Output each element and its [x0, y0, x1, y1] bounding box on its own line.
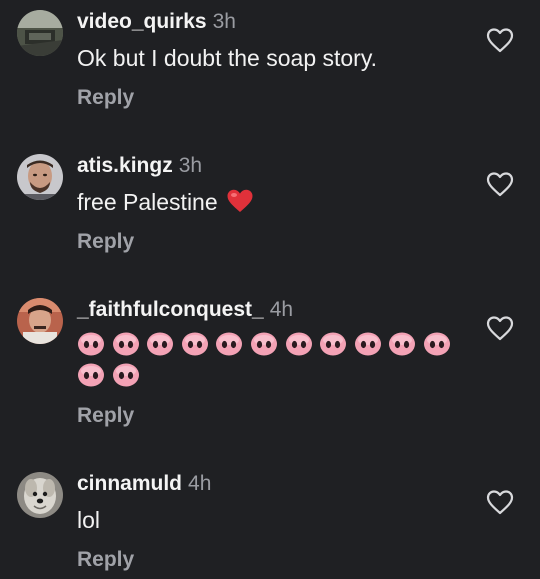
- comment-timestamp: 3h: [212, 10, 236, 33]
- comment-meta: cinnamuld 4h: [77, 472, 211, 496]
- comment-meta: _faithfulconquest_ 4h: [77, 298, 293, 322]
- heart-outline-icon[interactable]: [486, 171, 514, 197]
- comment-text: free Palestine: [77, 188, 254, 216]
- pig-nose-icon: [216, 332, 243, 356]
- reply-button[interactable]: Reply: [77, 230, 134, 254]
- comment-username[interactable]: video_quirks: [77, 10, 207, 33]
- red-heart-icon: [227, 189, 253, 212]
- pig-nose-icon: [112, 332, 139, 356]
- comment-emoji-row: [77, 362, 146, 390]
- pig-nose-icon: [147, 332, 174, 356]
- pig-nose-icon: [78, 363, 104, 387]
- comment-timestamp: 4h: [269, 298, 294, 321]
- pig-nose-icon: [320, 332, 347, 356]
- avatar[interactable]: [17, 298, 63, 344]
- comment-timestamp: 3h: [178, 154, 203, 177]
- avatar[interactable]: [17, 154, 63, 200]
- comment-emoji-row: [77, 331, 458, 359]
- pig-nose-icon: [181, 332, 208, 356]
- pig-nose-icon: [423, 332, 450, 356]
- comment-text: Ok but I doubt the soap story.: [77, 45, 378, 71]
- avatar[interactable]: [17, 472, 63, 518]
- reply-button[interactable]: Reply: [77, 404, 134, 428]
- comment-meta: video_quirks 3h: [77, 10, 236, 34]
- pig-nose-icon: [354, 332, 381, 356]
- comment-username[interactable]: _faithfulconquest_: [77, 298, 264, 321]
- heart-outline-icon[interactable]: [486, 315, 514, 341]
- pig-nose-icon: [250, 332, 277, 356]
- reply-button[interactable]: Reply: [77, 86, 134, 110]
- avatar[interactable]: [17, 10, 63, 56]
- pig-nose-icon: [78, 332, 104, 356]
- comment-text-content: free Palestine: [77, 189, 218, 215]
- comment-username[interactable]: atis.kingz: [77, 154, 173, 177]
- comment-meta: atis.kingz 3h: [77, 154, 202, 178]
- comment-timestamp: 4h: [188, 472, 212, 495]
- comment-username[interactable]: cinnamuld: [77, 472, 182, 495]
- reply-button[interactable]: Reply: [77, 548, 134, 572]
- pig-nose-icon: [112, 363, 139, 387]
- comment-text: lol: [77, 507, 101, 533]
- pig-nose-icon: [285, 332, 312, 356]
- heart-outline-icon[interactable]: [486, 27, 514, 53]
- heart-outline-icon[interactable]: [486, 489, 514, 515]
- pig-nose-icon: [389, 332, 416, 356]
